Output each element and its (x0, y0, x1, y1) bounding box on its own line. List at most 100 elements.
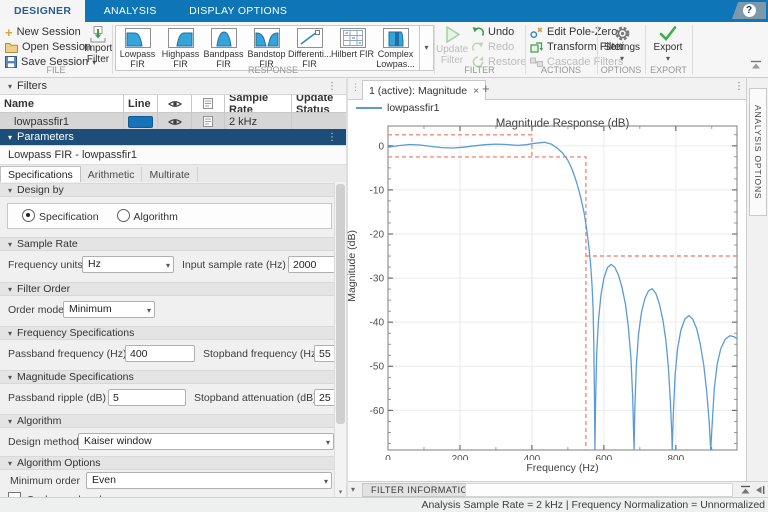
tab-arithmetic[interactable]: Arithmetic (81, 167, 143, 182)
open-session-button[interactable]: Open Session (5, 41, 91, 53)
stopband-attenuation-field[interactable] (314, 389, 336, 406)
new-session-button[interactable]: + New Session (5, 26, 81, 39)
stopband-frequency-label: Stopband frequency (Hz) (203, 348, 320, 360)
update-filter-icon (445, 25, 460, 44)
col-name: Name (0, 95, 124, 112)
tab-display-options[interactable]: DISPLAY OPTIONS (175, 0, 301, 22)
close-tab-icon[interactable]: × (473, 85, 479, 97)
minimum-order-label: Minimum order (10, 475, 81, 487)
folder-icon (5, 42, 18, 53)
dock-panel-icon[interactable] (755, 485, 765, 495)
input-sample-rate-field[interactable] (288, 256, 336, 273)
plot-canvas[interactable]: 0 200 400 600 800 0 -10 -20 -30 -40 -50 -60 (348, 116, 746, 460)
status-bar: Analysis Sample Rate = 2 kHz | Frequency… (0, 497, 768, 512)
redo-button[interactable]: Redo (472, 41, 514, 53)
magnitude-figure-tab[interactable]: 1 (active): Magnitude × (362, 80, 487, 100)
svg-text:0: 0 (378, 141, 384, 152)
undo-button[interactable]: Undo (472, 26, 514, 38)
chevron-down-icon: ▾ (146, 306, 151, 315)
stopband-frequency-field[interactable] (314, 345, 336, 362)
bandpass-fir-icon (210, 28, 237, 48)
col-update-status: Update Status (292, 95, 346, 112)
order-mode-select[interactable]: Minimum ▾ (63, 301, 155, 318)
parameters-scrollbar[interactable]: ▾ (334, 182, 346, 497)
svg-text:-40: -40 (370, 318, 385, 329)
magnitude-response-plot: lowpassfir1 Magnitude Response (dB) 0 200… (346, 100, 746, 481)
frequency-units-select[interactable]: Hz ▾ (82, 256, 174, 273)
analysis-options-strip: ANALYSIS OPTIONS (746, 78, 768, 481)
section-sample-rate[interactable]: ▾ Sample Rate (0, 237, 335, 251)
import-filter-icon (90, 26, 106, 43)
settings-button[interactable]: Settings ▾ (603, 25, 641, 64)
section-magnitude-specifications[interactable]: ▾ Magnitude Specifications (0, 370, 335, 384)
complex-lowpass-fir-button[interactable]: Complex Lowpas... (374, 26, 417, 70)
section-filter-order[interactable]: ▾ Filter Order (0, 282, 335, 296)
expand-panel-icon[interactable] (740, 485, 751, 495)
y-axis-label: Magnitude (dB) (346, 230, 358, 302)
hilbert-fir-button[interactable]: Hilbert FIR (331, 26, 374, 70)
note-icon (203, 98, 213, 109)
scrollbar-thumb[interactable] (336, 184, 345, 424)
bandpass-fir-button[interactable]: Bandpass FIR (202, 26, 245, 70)
visibility-cell[interactable] (158, 113, 192, 130)
filters-panel-header[interactable]: ▾ Filters ⋮ (0, 78, 346, 95)
tab-designer[interactable]: DESIGNER (0, 0, 86, 22)
line-color-cell[interactable] (124, 113, 158, 130)
scrollbar-down-arrow[interactable]: ▾ (335, 488, 346, 496)
update-filter-button[interactable]: Update Filter (436, 25, 468, 66)
new-figure-tab-button[interactable]: + (482, 81, 490, 96)
figure-bar-menu-icon[interactable]: ⋮ (734, 81, 744, 92)
export-check-icon (659, 26, 677, 41)
toolstrip-tab-bar: DESIGNER ANALYSIS DISPLAY OPTIONS ? (0, 0, 768, 22)
design-by-radio-group: Specification Algorithm (7, 203, 332, 229)
filters-panel-menu-icon[interactable]: ⋮ (327, 81, 338, 92)
passband-ripple-label: Passband ripple (dB) (8, 392, 107, 404)
minimize-ribbon-icon[interactable] (750, 60, 762, 70)
section-algorithm[interactable]: ▾ Algorithm (0, 414, 335, 428)
parameters-panel-header[interactable]: ▾ Parameters ⋮ (0, 129, 346, 146)
bandstop-fir-icon (253, 28, 280, 48)
ribbon: + New Session Open Session Save Session … (0, 22, 768, 78)
export-button[interactable]: Export ▾ (649, 25, 687, 64)
parameters-panel-menu-icon[interactable]: ⋮ (327, 132, 338, 143)
help-icon: ? (742, 4, 756, 17)
svg-text:-20: -20 (370, 230, 385, 241)
minimum-order-select[interactable]: Even ▾ (86, 472, 332, 489)
radio-icon (116, 209, 130, 222)
filter-information-bar: ▾ FILTER INFORMATION (348, 481, 768, 497)
export-group-label: EXPORT (650, 65, 687, 75)
differentiator-fir-button[interactable]: Differenti... FIR (288, 26, 331, 70)
passband-frequency-field[interactable] (125, 345, 195, 362)
annotation-cell[interactable] (192, 113, 225, 130)
lowpass-fir-button[interactable]: Lowpass FIR (116, 26, 159, 70)
radio-specification[interactable]: Specification (22, 209, 99, 223)
section-algorithm-options[interactable]: ▾ Algorithm Options (0, 456, 335, 470)
svg-text:-10: -10 (370, 185, 385, 196)
import-filter-button[interactable]: Import Filter (84, 26, 112, 65)
chevron-down-icon: ▾ (325, 438, 330, 447)
section-frequency-specifications[interactable]: ▾ Frequency Specifications (0, 326, 335, 340)
edit-pole-zero-icon (530, 27, 543, 38)
update-status-cell (292, 113, 346, 130)
svg-text:200: 200 (452, 454, 469, 460)
col-visibility (158, 95, 192, 112)
collapse-arrow-icon[interactable]: ▾ (351, 485, 355, 494)
passband-frequency-label: Passband frequency (Hz) (8, 348, 127, 360)
tab-analysis[interactable]: ANALYSIS (90, 0, 171, 22)
plot-legend: lowpassfir1 (356, 102, 440, 114)
design-method-select[interactable]: Kaiser window ▾ (78, 433, 334, 450)
collapse-triangle-icon: ▾ (8, 132, 13, 142)
hilbert-fir-icon (339, 28, 366, 48)
tab-specifications[interactable]: Specifications (0, 166, 81, 182)
highpass-fir-button[interactable]: Highpass FIR (159, 26, 202, 70)
options-group-label: OPTIONS (600, 65, 642, 75)
section-design-by[interactable]: ▾ Design by (0, 183, 335, 197)
complex-lowpass-fir-icon (382, 28, 409, 48)
radio-algorithm[interactable]: Algorithm (116, 209, 178, 223)
passband-ripple-field[interactable] (108, 389, 186, 406)
help-button[interactable]: ? (732, 2, 766, 19)
bandstop-fir-button[interactable]: Bandstop FIR (245, 26, 288, 70)
parameters-subtitle: Lowpass FIR - lowpassfir1 (0, 146, 346, 165)
analysis-options-tab[interactable]: ANALYSIS OPTIONS (749, 88, 767, 216)
tab-multirate[interactable]: Multirate (142, 167, 198, 182)
